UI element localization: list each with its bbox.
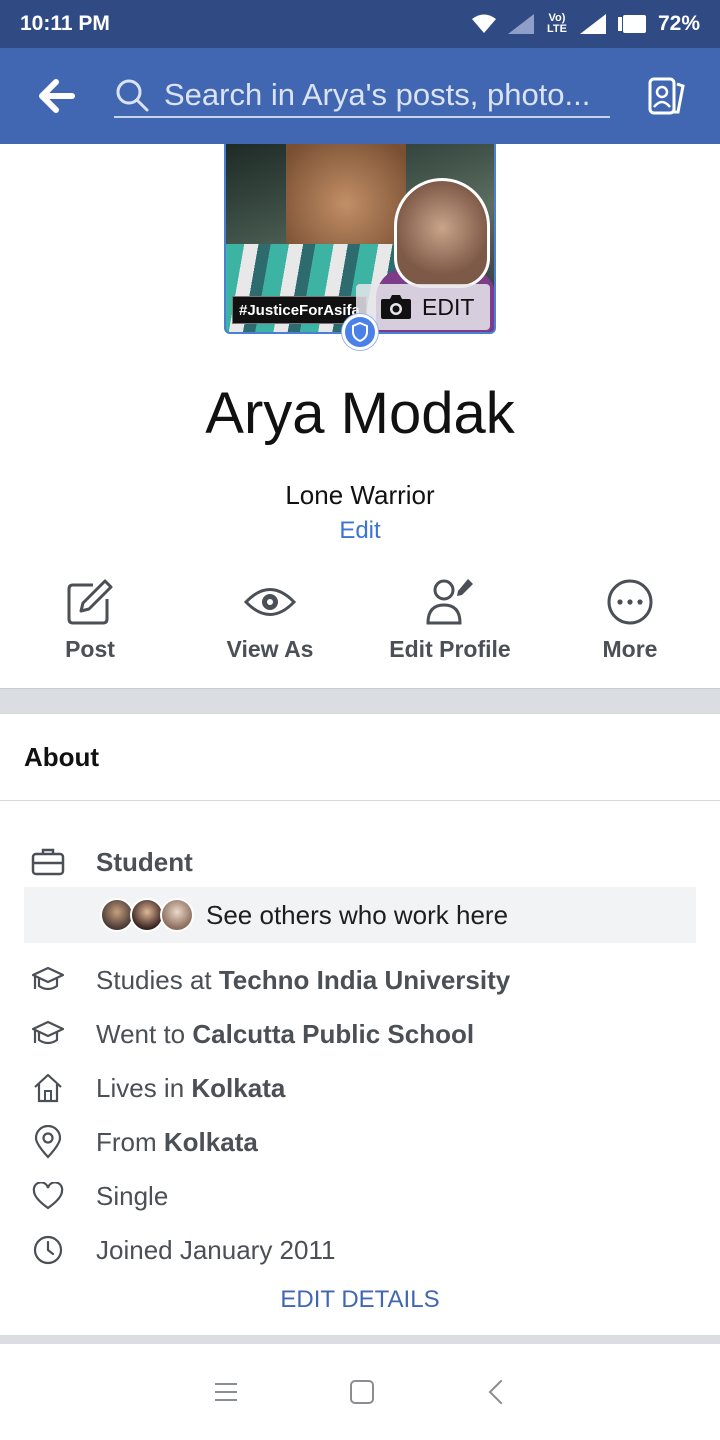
camera-icon (381, 295, 411, 319)
system-nav-bar (0, 1344, 720, 1440)
section-divider (0, 1335, 720, 1344)
lives-text: Lives in Kolkata (96, 1073, 285, 1104)
app-bar: Search in Arya's posts, photo... (0, 48, 720, 144)
edit-person-icon (426, 579, 473, 625)
from-place[interactable]: Kolkata (164, 1127, 258, 1157)
photo-girl-face (394, 178, 490, 288)
menu-icon[interactable] (213, 1381, 239, 1403)
school-text: Went to Calcutta Public School (96, 1019, 474, 1050)
coworker-avatar (160, 898, 194, 932)
relationship-text: Single (96, 1180, 169, 1211)
about-heading: About (24, 742, 100, 772)
graduation-cap-icon (31, 1020, 65, 1045)
lives-place[interactable]: Kolkata (191, 1073, 285, 1103)
section-divider (0, 688, 720, 714)
lives-row[interactable]: Lives in Kolkata (30, 1068, 710, 1108)
edit-profile-label: Edit Profile (389, 636, 511, 662)
about-divider (0, 800, 720, 801)
profile-actions: Post View As Edit Profile More (0, 576, 720, 676)
coworkers-label: See others who work here (206, 899, 509, 930)
work-label: Student (96, 846, 193, 877)
eye-icon (244, 588, 296, 616)
edit-profile-button[interactable]: Edit Profile (360, 576, 540, 676)
edit-bio-link[interactable]: Edit (0, 517, 720, 545)
school-prefix: Went to (96, 1018, 193, 1049)
from-row[interactable]: From Kolkata (30, 1122, 710, 1162)
graduation-cap-icon (31, 966, 65, 991)
profile-name: Arya Modak (205, 381, 515, 446)
more-button[interactable]: More (540, 576, 720, 676)
compose-icon (67, 579, 113, 625)
signal-icon (579, 14, 606, 34)
studies-row[interactable]: Studies at Techno India University (30, 960, 710, 1000)
search-placeholder: Search in Arya's posts, photo... (164, 77, 591, 112)
battery-level: 72% (657, 12, 700, 35)
profile-guard-icon (342, 314, 378, 350)
wifi-icon (471, 14, 496, 33)
status-time: 10:11 PM (20, 12, 110, 35)
coworker-avatar (130, 898, 164, 932)
back-chevron-icon[interactable] (485, 1379, 507, 1405)
battery-icon (617, 15, 646, 33)
contact-card-icon[interactable] (646, 76, 686, 116)
from-text: From Kolkata (96, 1127, 258, 1158)
profile-bio: Lone Warrior (285, 480, 435, 510)
more-label: More (602, 636, 658, 662)
post-button[interactable]: Post (0, 576, 180, 676)
coworkers-row[interactable]: See others who work here (24, 887, 696, 943)
view-as-button[interactable]: View As (180, 576, 360, 676)
joined-row: Joined January 2011 (30, 1230, 710, 1270)
school-row[interactable]: Went to Calcutta Public School (30, 1014, 710, 1054)
studies-text: Studies at Techno India University (96, 965, 510, 996)
briefcase-icon (31, 848, 65, 876)
school-place[interactable]: Calcutta Public School (192, 1019, 474, 1049)
back-arrow-icon[interactable] (38, 78, 76, 114)
status-bar: 10:11 PM Vo) LTE 72% (0, 0, 720, 48)
home-icon (34, 1073, 62, 1103)
post-label: Post (65, 636, 115, 662)
search-icon (116, 79, 149, 112)
relationship-row[interactable]: Single (30, 1176, 710, 1216)
clock-icon (33, 1235, 63, 1265)
studies-place[interactable]: Techno India University (219, 965, 510, 995)
work-row[interactable]: Student (30, 842, 710, 882)
from-prefix: From (96, 1126, 164, 1157)
location-pin-icon (34, 1125, 62, 1159)
lives-prefix: Lives in (96, 1072, 192, 1103)
heart-icon (32, 1182, 64, 1210)
joined-text: Joined January 2011 (96, 1234, 336, 1265)
search-input[interactable]: Search in Arya's posts, photo... (114, 74, 610, 118)
network-type: Vo) LTE (546, 12, 567, 35)
more-icon (607, 579, 653, 625)
studies-prefix: Studies at (96, 964, 219, 995)
home-square-icon[interactable] (349, 1379, 375, 1405)
edit-details-button[interactable]: EDIT DETAILS (0, 1286, 720, 1314)
view-as-label: View As (226, 636, 314, 662)
coworker-avatar (100, 898, 134, 932)
signal-icon (507, 14, 534, 34)
edit-photo-label: EDIT (422, 293, 475, 320)
